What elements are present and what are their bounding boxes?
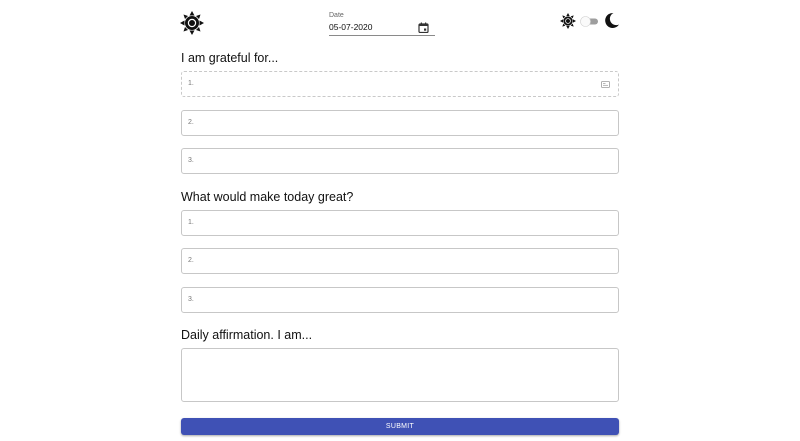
date-label: Date bbox=[329, 12, 344, 19]
date-underline bbox=[329, 35, 435, 36]
field-placeholder: 1. bbox=[188, 80, 194, 87]
great-section-title: What would make today great? bbox=[181, 190, 354, 204]
theme-toggle-icon[interactable] bbox=[580, 16, 599, 27]
logo-sun-icon bbox=[180, 11, 204, 35]
affirmation-textarea[interactable] bbox=[181, 348, 619, 402]
dark-theme-moon-icon bbox=[603, 12, 620, 29]
affirmation-section-title: Daily affirmation. I am... bbox=[181, 328, 313, 342]
grateful-section-title: I am grateful for... bbox=[181, 51, 279, 65]
field-placeholder: 2. bbox=[188, 257, 194, 264]
great-field-2[interactable]: 2. bbox=[181, 248, 619, 274]
field-placeholder: 2. bbox=[188, 119, 194, 126]
submit-button[interactable]: SUBMIT bbox=[181, 418, 619, 435]
light-theme-sun-icon bbox=[560, 13, 576, 29]
grateful-field-3[interactable]: 3. bbox=[181, 148, 619, 174]
field-placeholder: 3. bbox=[188, 296, 194, 303]
autofill-card-icon[interactable] bbox=[601, 81, 610, 88]
date-input[interactable]: 05-07-2020 bbox=[329, 22, 372, 32]
great-field-1[interactable]: 1. bbox=[181, 210, 619, 236]
grateful-field-2[interactable]: 2. bbox=[181, 110, 619, 136]
field-placeholder: 3. bbox=[188, 157, 194, 164]
calendar-icon[interactable] bbox=[418, 22, 429, 33]
great-field-3[interactable]: 3. bbox=[181, 287, 619, 313]
grateful-field-1[interactable]: 1. bbox=[181, 71, 619, 97]
field-placeholder: 1. bbox=[188, 219, 194, 226]
